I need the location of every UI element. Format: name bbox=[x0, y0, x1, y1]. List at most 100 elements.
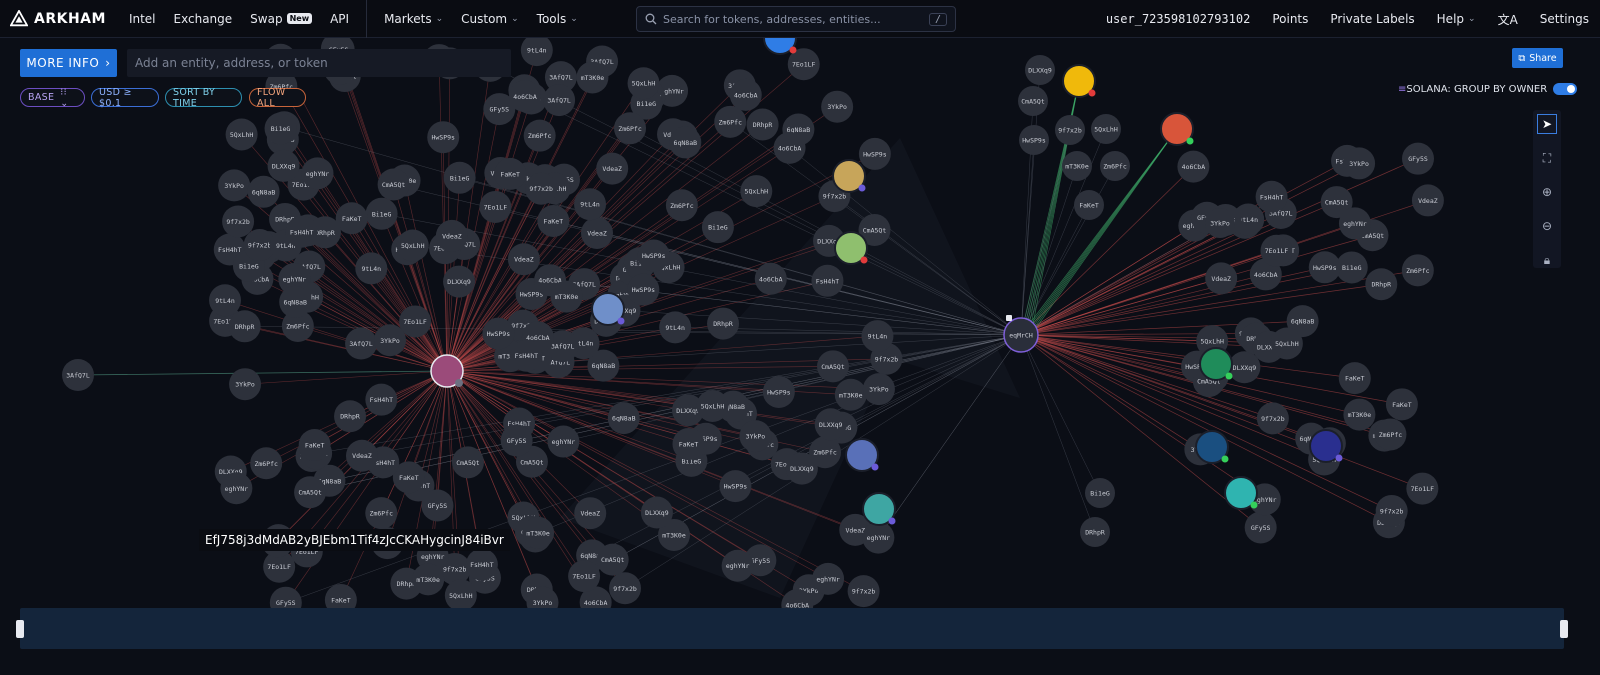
address-node[interactable]: 9f7x2b bbox=[1375, 494, 1408, 527]
address-node[interactable]: mT3K0e bbox=[412, 563, 445, 596]
address-node[interactable]: mT3K0e bbox=[550, 280, 583, 313]
timeline-start-handle[interactable] bbox=[16, 620, 24, 638]
zoom-in-button[interactable]: ⊕ bbox=[1537, 182, 1557, 202]
address-node[interactable]: Bi1eG bbox=[443, 161, 476, 194]
address-node[interactable]: CmA5Qt bbox=[294, 476, 327, 509]
address-node[interactable]: DLXXq9 bbox=[1228, 351, 1261, 384]
address-node[interactable]: DRhpR bbox=[1080, 517, 1110, 547]
nav-markets-dropdown[interactable]: Markets ⌄ bbox=[384, 12, 443, 26]
arkham-logo[interactable]: ARKHAM bbox=[10, 9, 106, 28]
address-node[interactable]: 7Eo1LF bbox=[1260, 234, 1293, 267]
address-node[interactable]: HwSP9s bbox=[627, 273, 660, 306]
nav-intel[interactable]: Intel bbox=[129, 12, 156, 26]
address-node[interactable]: mT3K0e bbox=[1343, 398, 1376, 431]
address-node[interactable]: 5QxLhH bbox=[396, 229, 429, 262]
address-node[interactable]: VdeaZ bbox=[1205, 262, 1238, 295]
avatar-entity-icon[interactable] bbox=[832, 159, 866, 193]
address-node[interactable]: FsH4hT bbox=[285, 215, 318, 248]
address-node[interactable]: CmA5Qt bbox=[596, 543, 629, 576]
address-node[interactable]: 9f7x2b bbox=[222, 205, 255, 238]
address-node[interactable]: CmA5Qt bbox=[817, 350, 850, 383]
address-node[interactable]: FaKeT bbox=[1074, 190, 1104, 220]
crosshair-entity-icon[interactable] bbox=[1309, 429, 1343, 463]
address-node[interactable]: 4o6CbA bbox=[754, 262, 787, 295]
address-node[interactable]: HwSP9s bbox=[1019, 125, 1049, 155]
address-node[interactable]: DRhpR bbox=[746, 108, 779, 141]
address-node[interactable]: eghYNr bbox=[220, 472, 253, 505]
zoom-out-button[interactable]: ⊖ bbox=[1537, 216, 1557, 236]
address-node[interactable]: 5QxLhH bbox=[740, 175, 773, 208]
address-node[interactable]: 9f7x2b bbox=[847, 575, 880, 608]
address-node[interactable]: HwSP9s bbox=[427, 121, 460, 154]
token-entity-icon[interactable] bbox=[1195, 430, 1229, 464]
address-node[interactable]: 3YkPo bbox=[229, 368, 262, 401]
address-node[interactable]: VdeaZ bbox=[596, 152, 629, 185]
address-node[interactable]: eghYNr bbox=[862, 521, 895, 554]
address-node[interactable]: FsH4hT bbox=[510, 339, 543, 372]
language-button[interactable]: 文A bbox=[1498, 11, 1518, 28]
address-node[interactable]: 5QxLhH bbox=[627, 67, 660, 100]
address-node[interactable]: GFy5S bbox=[1244, 511, 1277, 544]
address-node[interactable]: Zm6Pfc bbox=[665, 189, 698, 222]
address-node[interactable]: Zm6Pfc bbox=[1401, 254, 1434, 287]
address-node[interactable]: 3AfQ7L bbox=[345, 327, 378, 360]
avatar-entity-icon[interactable] bbox=[862, 492, 896, 526]
add-entity-input[interactable]: Add an entity, address, or token bbox=[127, 49, 511, 77]
address-node[interactable]: GFy5S bbox=[500, 424, 533, 457]
address-node[interactable]: 7Eo1LF bbox=[1406, 472, 1439, 505]
address-node[interactable]: Bi1eG bbox=[365, 197, 398, 230]
flow-all-chip[interactable]: FLOW ALL bbox=[249, 87, 306, 109]
address-node[interactable]: eghYNr bbox=[812, 562, 845, 595]
address-node[interactable]: 3YkPo bbox=[862, 373, 895, 406]
address-node[interactable]: Zm6Pfc bbox=[1100, 151, 1130, 181]
nav-swap[interactable]: Swap New bbox=[250, 12, 313, 26]
nav-custom-dropdown[interactable]: Custom ⌄ bbox=[461, 12, 519, 26]
address-node[interactable]: 9f7x2b bbox=[525, 172, 558, 205]
transaction-graph-canvas[interactable]: 3AfQ7L 7Eo1LF 9tL4n Bi1eG DRhpR FsH4hT eghYNr G… bbox=[0, 38, 1600, 675]
address-node[interactable]: DRhpR bbox=[707, 307, 740, 340]
address-node[interactable]: 9f7x2b bbox=[609, 572, 642, 605]
address-node[interactable]: HwSP9s bbox=[858, 137, 891, 170]
address-node[interactable]: Zm6Pfc bbox=[365, 497, 398, 530]
address-node[interactable]: VdeaZ bbox=[507, 243, 540, 276]
address-node[interactable]: 6qN8aB bbox=[607, 402, 640, 435]
address-node[interactable]: eghYNr bbox=[721, 549, 754, 582]
share-button[interactable]: ⧉ Share bbox=[1512, 48, 1563, 68]
address-node[interactable]: HwSP9s bbox=[762, 375, 795, 408]
address-node[interactable]: HwSP9s bbox=[482, 317, 515, 350]
address-node[interactable]: Zm6Pfc bbox=[614, 112, 647, 145]
address-node[interactable]: FaKeT bbox=[672, 428, 705, 461]
nav-help-dropdown[interactable]: Help ⌄ bbox=[1437, 12, 1476, 26]
address-node[interactable]: 9tL4n bbox=[574, 188, 607, 221]
address-node[interactable]: 5QxLhH bbox=[1270, 327, 1303, 360]
address-node[interactable]: 6qN8aB bbox=[669, 126, 702, 159]
address-node[interactable]: DLXXq9 bbox=[1025, 55, 1055, 85]
address-node[interactable]: DLXXq9 bbox=[814, 408, 847, 441]
address-node[interactable]: 4o6CbA bbox=[729, 78, 762, 111]
address-node[interactable]: 7Eo1LF bbox=[568, 560, 601, 593]
address-node[interactable]: GFy5S bbox=[1401, 142, 1434, 175]
address-node[interactable]: VdeaZ bbox=[345, 439, 378, 472]
address-node[interactable]: 3YkPo bbox=[739, 420, 772, 453]
address-node[interactable]: VdeaZ bbox=[435, 219, 468, 252]
address-node[interactable]: DLXXq9 bbox=[443, 265, 476, 298]
address-node[interactable]: FsH4hT bbox=[465, 548, 498, 581]
lock-layout-button[interactable]: 🔒︎ bbox=[1537, 250, 1557, 270]
exchange-entity-icon[interactable] bbox=[1160, 112, 1194, 146]
address-node[interactable]: FsH4hT bbox=[365, 383, 398, 416]
address-node[interactable]: DLXXq9 bbox=[640, 496, 673, 529]
address-node[interactable]: 3YkPo bbox=[374, 324, 407, 357]
address-node[interactable]: DLXXq9 bbox=[267, 149, 300, 182]
token-entity-icon[interactable] bbox=[1199, 347, 1233, 381]
timeline-end-handle[interactable] bbox=[1560, 620, 1568, 638]
address-node[interactable]: Zm6Pfc bbox=[714, 105, 747, 138]
address-node[interactable]: 4o6CbA bbox=[773, 131, 806, 164]
avatar-entity-icon[interactable] bbox=[845, 438, 879, 472]
address-node[interactable]: 5QxLhH bbox=[1091, 114, 1121, 144]
address-node[interactable]: FaKeT bbox=[1385, 388, 1418, 421]
avatar-entity-icon[interactable] bbox=[834, 231, 868, 265]
address-node[interactable]: VdeaZ bbox=[574, 497, 607, 530]
address-node[interactable]: DRhpR bbox=[228, 310, 261, 343]
binance-entity-icon[interactable] bbox=[1062, 64, 1096, 98]
nav-exchange[interactable]: Exchange bbox=[174, 12, 233, 26]
